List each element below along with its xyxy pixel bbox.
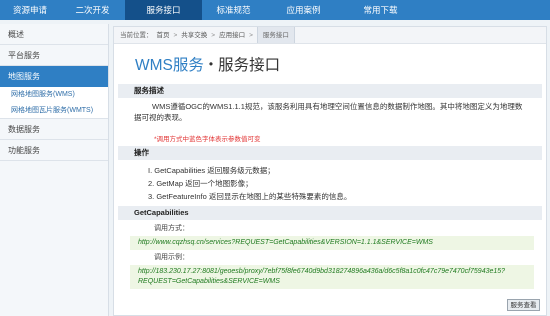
section-heading-operations: 操作	[118, 146, 542, 160]
nav-item-cases[interactable]: 应用案例	[265, 0, 342, 20]
service-view-button[interactable]: 服务查看	[507, 299, 540, 311]
list-item: 3. GetFeatureInfo 返回显示在地图上的某些特殊要素的信息。	[148, 192, 352, 201]
nav-item-service-api[interactable]: 服务接口	[125, 0, 202, 20]
nav-item-downloads[interactable]: 常用下载	[342, 0, 419, 20]
page-title: WMS服务 • 服务接口	[114, 44, 546, 84]
breadcrumb-separator: >	[173, 32, 178, 39]
call-method-path: /services?REQUEST=GetCapabilities&VERSIO…	[203, 239, 433, 246]
call-method-label: 调用方式：	[154, 225, 189, 232]
sidebar-item-data[interactable]: 数据服务	[0, 119, 108, 140]
operations-list: I. GetCapabilities 返回服务级元数据； 2. GetMap 返…	[114, 160, 546, 203]
nav-item-secondary-dev[interactable]: 二次开发	[60, 0, 125, 20]
sidebar-item-function[interactable]: 功能服务	[0, 140, 108, 161]
sidebar-item-map-service[interactable]: 地图服务	[0, 66, 108, 87]
section-heading-description: 服务描述	[118, 84, 542, 98]
breadcrumb-app-api[interactable]: 应用接口	[219, 27, 245, 43]
param-note: *调用方式中蓝色字体表示参数值可变	[154, 136, 261, 143]
list-item: 2. GetMap 返回一个地图影像；	[148, 179, 253, 188]
page-title-dot: •	[208, 57, 214, 71]
breadcrumb: 当前位置： 首页 > 共享交换 > 应用接口 > 服务接口	[114, 27, 546, 44]
call-method-host-link[interactable]: http://www.cqzhsq.cn	[138, 239, 204, 246]
list-item: I. GetCapabilities 返回服务级元数据；	[148, 166, 275, 175]
breadcrumb-separator: >	[249, 32, 253, 39]
description-text: WMS遵循OGC的WMS1.1.1规范，该服务利用具有地理空间位置信息的数据制作…	[134, 102, 523, 122]
call-method-url: http://www.cqzhsq.cn/services?REQUEST=Ge…	[130, 236, 534, 250]
sidebar-item-platform[interactable]: 平台服务	[0, 45, 108, 66]
sidebar-item-overview[interactable]: 概述	[0, 24, 108, 45]
sidebar-subitem-wmts[interactable]: 网格地图瓦片服务(WMTS)	[0, 103, 108, 119]
breadcrumb-current: 服务接口	[256, 27, 295, 43]
sidebar: 概述 平台服务 地图服务 网格地图服务(WMS) 网格地图瓦片服务(WMTS) …	[0, 24, 109, 316]
page-title-sub: 服务接口	[218, 57, 281, 74]
top-navigation: 资源申请 二次开发 服务接口 标准规范 应用案例 常用下载	[0, 0, 550, 20]
call-example-url[interactable]: http://183.230.17.27:8081/geoesb/proxy/7…	[130, 265, 534, 289]
breadcrumb-separator: >	[211, 32, 216, 39]
nav-item-resource-apply[interactable]: 资源申请	[0, 0, 60, 20]
page-title-main: WMS服务	[135, 57, 204, 74]
section-heading-getcapabilities: GetCapabilities	[118, 206, 542, 220]
breadcrumb-prefix: 当前位置：	[120, 32, 153, 39]
main-content: 当前位置： 首页 > 共享交换 > 应用接口 > 服务接口 WMS服务 • 服务…	[113, 26, 547, 316]
sidebar-subitem-wms[interactable]: 网格地图服务(WMS)	[0, 87, 108, 103]
call-example-label: 调用示例：	[154, 254, 189, 261]
breadcrumb-home[interactable]: 首页	[157, 27, 170, 43]
breadcrumb-share[interactable]: 共享交换	[181, 27, 207, 43]
nav-item-standards[interactable]: 标准规范	[202, 0, 265, 20]
